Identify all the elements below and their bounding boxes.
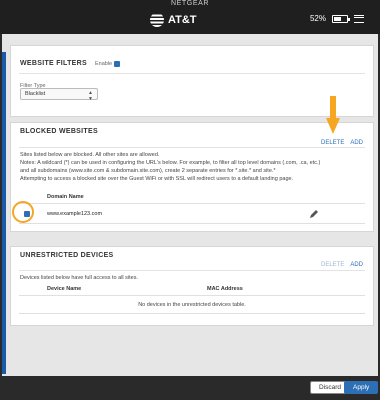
att-globe-icon bbox=[150, 13, 164, 27]
unrestricted-add-button[interactable]: ADD bbox=[350, 262, 363, 268]
filter-type-value: Blacklist bbox=[25, 91, 46, 97]
blocked-delete-button[interactable]: DELETE bbox=[321, 140, 344, 146]
status-area: 52% bbox=[310, 14, 364, 23]
unrestricted-devices-card: UNRESTRICTED DEVICES DELETE ADD Devices … bbox=[10, 246, 374, 326]
footer-bar: Discard Apply bbox=[0, 376, 380, 400]
callout-circle-highlight bbox=[12, 201, 34, 223]
blocked-description-line: and all subdomains (www.site.com & subdo… bbox=[20, 168, 276, 174]
empty-table-message: No devices in the unrestricted devices t… bbox=[138, 302, 246, 308]
unrestricted-delete-button[interactable]: DELETE bbox=[321, 262, 344, 268]
table-row[interactable]: www.example123.com bbox=[11, 205, 373, 223]
left-accent-strip bbox=[2, 52, 6, 374]
top-bar: NETGEAR AT&T 52% bbox=[0, 0, 380, 34]
menu-icon[interactable] bbox=[354, 14, 364, 23]
netgear-brand: NETGEAR bbox=[170, 0, 210, 7]
battery-icon bbox=[332, 14, 350, 23]
apply-button[interactable]: Apply bbox=[344, 381, 379, 394]
att-logo: AT&T bbox=[150, 13, 197, 27]
mac-address-header: MAC Address bbox=[207, 286, 243, 292]
carrier-name: AT&T bbox=[168, 14, 197, 26]
unrestricted-description: Devices listed below have full access to… bbox=[20, 275, 138, 281]
domain-name-cell: www.example123.com bbox=[47, 211, 103, 217]
unrestricted-devices-title: UNRESTRICTED DEVICES bbox=[20, 252, 114, 259]
blocked-description-line: Notes: A wildcard (*) can be used in con… bbox=[20, 160, 321, 166]
website-filters-card: WEBSITE FILTERS Enable Filter Type Black… bbox=[10, 45, 374, 117]
enable-label: Enable bbox=[94, 60, 113, 67]
blocked-websites-title: BLOCKED WEBSITES bbox=[20, 128, 98, 135]
edit-pencil-icon[interactable] bbox=[309, 209, 319, 219]
select-arrows-icon: ▲ ▼ bbox=[88, 90, 93, 102]
blocked-add-button[interactable]: ADD bbox=[350, 140, 363, 146]
domain-name-header: Domain Name bbox=[47, 194, 84, 200]
blocked-description: Sites listed below are blocked. All othe… bbox=[20, 151, 370, 183]
device-name-header: Device Name bbox=[47, 286, 82, 292]
callout-arrow-icon bbox=[326, 96, 340, 134]
blocked-description-line: Attempting to access a blocked site over… bbox=[20, 176, 294, 182]
enable-toggle[interactable]: Enable bbox=[94, 60, 121, 67]
filter-type-select[interactable]: Blacklist ▲ ▼ bbox=[20, 88, 98, 102]
blocked-websites-card: BLOCKED WEBSITES DELETE ADD Sites listed… bbox=[10, 122, 374, 232]
blocked-description-line: Sites listed below are blocked. All othe… bbox=[20, 152, 160, 158]
enable-checkbox[interactable] bbox=[114, 60, 121, 67]
battery-percent: 52% bbox=[309, 14, 326, 23]
website-filters-title: WEBSITE FILTERS bbox=[20, 60, 87, 67]
